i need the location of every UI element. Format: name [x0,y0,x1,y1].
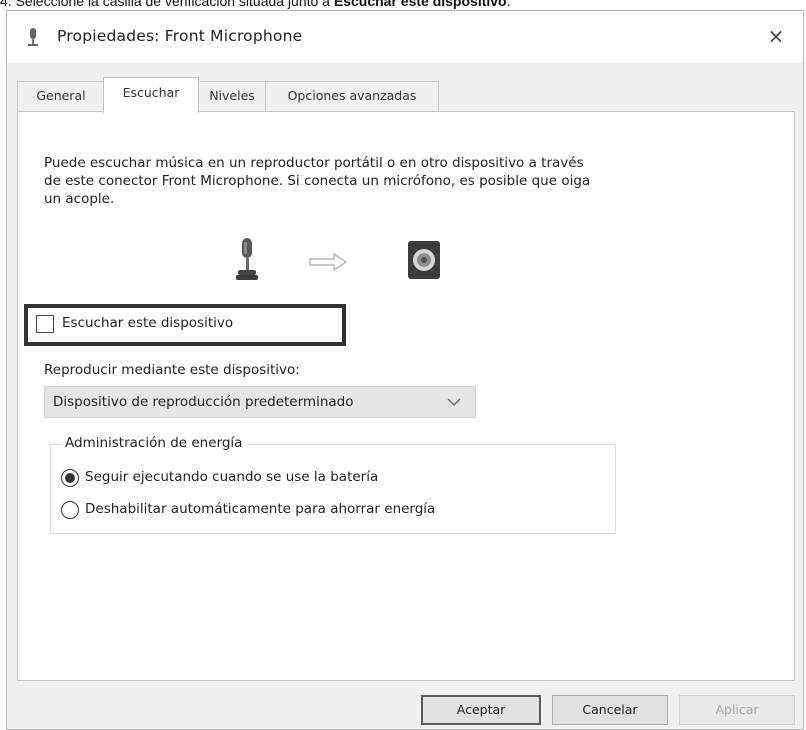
ok-button[interactable]: Aceptar [421,695,541,725]
radio-keep-running-label[interactable]: Seguir ejecutando cuando se use la bater… [85,469,378,485]
radio-selected-dot [65,473,75,483]
radio-keep-running[interactable] [61,469,79,487]
chevron-down-icon [447,398,461,406]
power-group-legend: Administración de energía [61,435,247,451]
microphone-title-icon [28,28,38,46]
power-group: Administración de energía Seguir ejecuta… [50,435,616,534]
tab-escuchar[interactable]: Escuchar [103,77,199,113]
title-bar: Propiedades: Front Microphone × [7,11,803,63]
listen-checkbox-label[interactable]: Escuchar este dispositivo [62,315,233,331]
caption-suffix: . [506,0,511,9]
tab-general[interactable]: General [17,81,105,111]
playback-device-value: Dispositivo de reproducción predetermina… [53,394,354,410]
caption-bold: Escuchar este dispositivo [333,0,507,9]
instruction-caption: 4. Seleccione la casilla de verificación… [0,0,511,9]
apply-button[interactable]: Aplicar [679,695,795,725]
listen-panel: Puede escuchar música en un reproductor … [17,111,795,681]
cancel-button[interactable]: Cancelar [552,695,668,725]
listen-checkbox[interactable] [36,315,54,333]
radio-auto-disable-label[interactable]: Deshabilitar automáticamente para ahorra… [85,501,435,517]
arrow-right-icon [309,252,348,272]
tab-opciones-avanzadas[interactable]: Opciones avanzadas [265,81,439,111]
description-text: Puede escuchar música en un reproductor … [44,155,591,207]
speaker-icon [408,241,440,279]
caption-prefix: 4. Seleccione la casilla de verificación… [0,0,334,9]
close-icon[interactable]: × [759,21,793,51]
properties-dialog: Propiedades: Front Microphone × General … [6,10,804,730]
radio-auto-disable[interactable] [61,501,79,519]
tab-niveles[interactable]: Niveles [197,81,267,111]
playback-device-select[interactable]: Dispositivo de reproducción predetermina… [44,386,476,418]
playback-label: Reproducir mediante este dispositivo: [44,362,300,378]
microphone-icon [236,238,258,280]
window-title: Propiedades: Front Microphone [57,27,303,45]
